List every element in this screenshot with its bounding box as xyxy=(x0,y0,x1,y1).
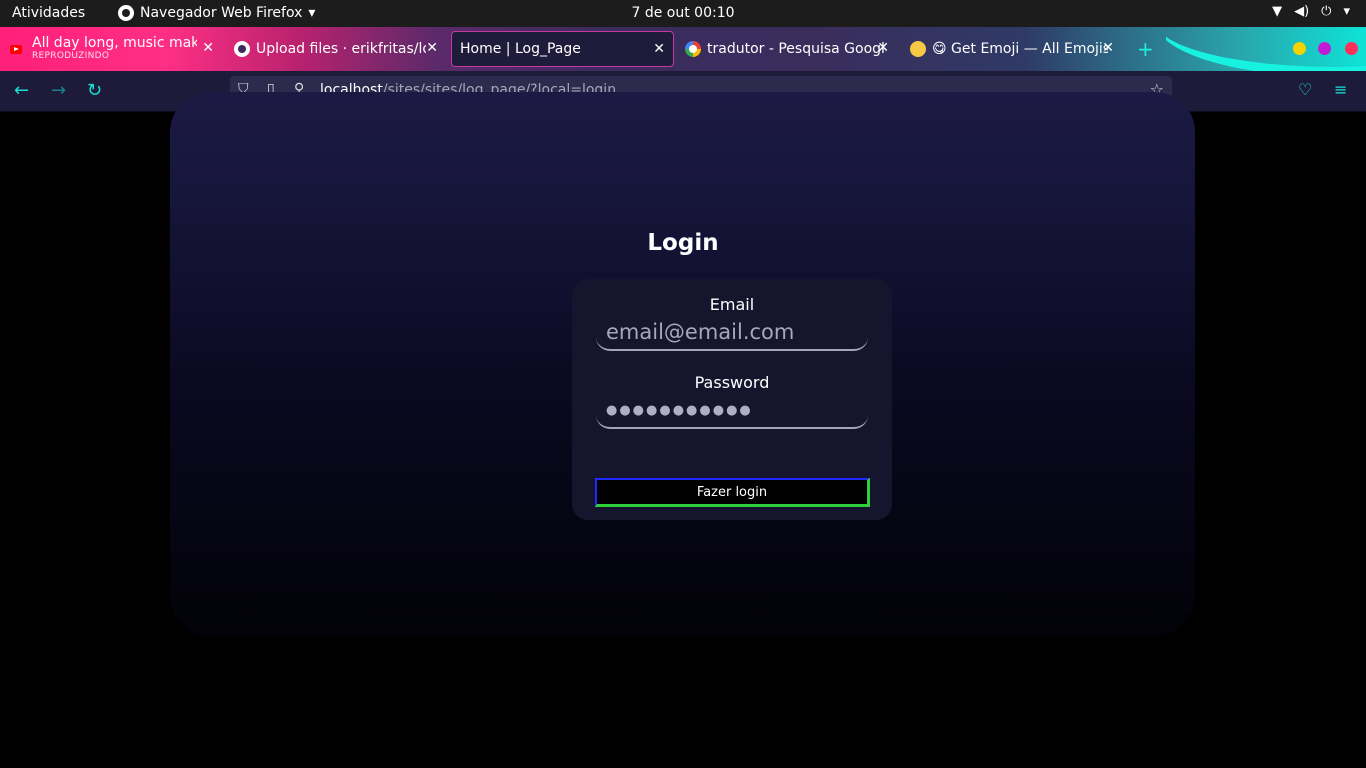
tab-youtube[interactable]: All day long, music makes REPRODUZINDO ✕ xyxy=(0,31,222,67)
close-icon[interactable]: ✕ xyxy=(653,41,665,57)
email-label: Email xyxy=(709,295,755,314)
email-field[interactable] xyxy=(596,315,868,351)
tab-get-emoji[interactable]: 😋 Get Emoji — All Emojis ✕ xyxy=(902,31,1122,67)
system-top-bar: Atividades Navegador Web Firefox ▾ 7 de … xyxy=(0,0,1366,27)
emoji-icon xyxy=(910,41,926,57)
close-icon[interactable]: ✕ xyxy=(877,40,889,56)
back-button[interactable]: ← xyxy=(14,80,29,101)
menu-icon[interactable]: ≡ xyxy=(1334,80,1347,99)
tab-home-log-page[interactable]: Home | Log_Page ✕ xyxy=(451,31,674,67)
tab-playing-label: REPRODUZINDO xyxy=(32,50,110,61)
tab-title: All day long, music makes xyxy=(32,36,197,52)
password-field[interactable]: ●●●●●●●●●●● xyxy=(596,393,868,429)
volume-icon: ◀) xyxy=(1294,4,1310,19)
tab-github[interactable]: Upload files · erikfritas/lo ✕ xyxy=(226,31,446,67)
login-card: Email Password ●●●●●●●●●●● Fazer login xyxy=(572,279,892,520)
minimize-button[interactable] xyxy=(1293,42,1306,55)
tab-title: Home | Log_Page xyxy=(460,41,581,57)
forward-button[interactable]: → xyxy=(51,80,66,101)
tab-title: tradutor - Pesquisa Googl xyxy=(707,41,885,57)
tab-google-search[interactable]: tradutor - Pesquisa Googl ✕ xyxy=(677,31,897,67)
theme-decoration xyxy=(1166,27,1366,71)
close-window-button[interactable] xyxy=(1345,42,1358,55)
reload-button[interactable]: ↻ xyxy=(87,80,102,101)
new-tab-button[interactable]: + xyxy=(1137,37,1154,61)
youtube-icon xyxy=(10,44,22,54)
tab-title: Upload files · erikfritas/lo xyxy=(256,41,426,57)
close-icon[interactable]: ✕ xyxy=(202,40,214,56)
system-tray[interactable]: ▼ ◀) ⏻ ▾ xyxy=(1272,4,1350,19)
page-viewport: Login Email Password ●●●●●●●●●●● Fazer l… xyxy=(0,92,1366,768)
close-icon[interactable]: ✕ xyxy=(426,40,438,56)
google-icon xyxy=(685,41,701,57)
maximize-button[interactable] xyxy=(1318,42,1331,55)
password-label: Password xyxy=(694,373,770,392)
power-icon: ⏻ xyxy=(1321,4,1332,19)
login-title: Login xyxy=(647,230,719,256)
github-icon xyxy=(234,41,250,57)
tab-title: 😋 Get Emoji — All Emojis xyxy=(932,41,1108,57)
tab-strip: All day long, music makes REPRODUZINDO ✕… xyxy=(0,27,1366,71)
chevron-down-icon: ▾ xyxy=(1343,4,1350,19)
pocket-icon[interactable]: ♡ xyxy=(1298,80,1312,99)
close-icon[interactable]: ✕ xyxy=(1102,40,1114,56)
wifi-icon: ▼ xyxy=(1272,4,1283,19)
login-button[interactable]: Fazer login xyxy=(595,478,870,507)
clock[interactable]: 7 de out 00:10 xyxy=(0,5,1366,21)
